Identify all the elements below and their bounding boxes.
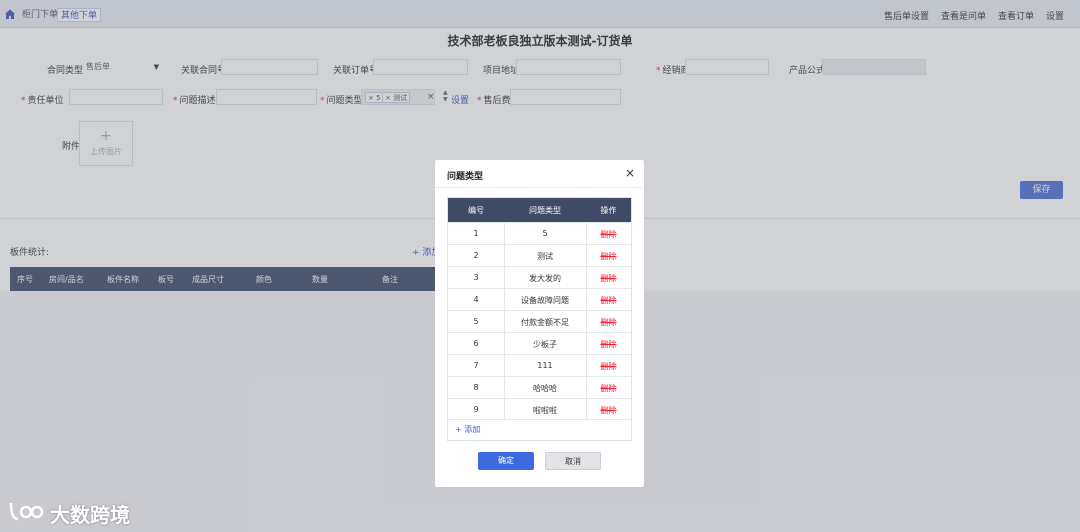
delete-link[interactable]: 删除	[586, 405, 631, 416]
problem-type-table: 编号 问题类型 操作 1 5 删除 2 测试 删除 3 发大发的 删除 4 设备…	[447, 197, 632, 441]
watermark-logo-icon	[9, 502, 44, 521]
row-id: 9	[473, 405, 479, 414]
table-row: 1 5 删除	[448, 222, 631, 244]
row-id: 8	[473, 383, 479, 392]
row-id: 6	[473, 339, 479, 348]
row-type: 5	[542, 229, 548, 238]
table-row: 8 哈哈哈 删除	[448, 376, 631, 398]
row-type: 少板子	[533, 340, 557, 349]
row-type: 发大发的	[529, 274, 561, 283]
table-row: 9 啦啦啦 删除	[448, 398, 631, 420]
table-row: 5 付款金额不足 删除	[448, 310, 631, 332]
table-row: 3 发大发的 删除	[448, 266, 631, 288]
delete-link[interactable]: 删除	[586, 295, 631, 306]
delete-link[interactable]: 删除	[586, 251, 631, 262]
row-type: 测试	[537, 252, 553, 261]
table-row: 7 111 删除	[448, 354, 631, 376]
row-id: 2	[473, 251, 479, 260]
delete-link[interactable]: 删除	[586, 229, 631, 240]
table-row: 2 测试 删除	[448, 244, 631, 266]
row-id: 5	[473, 317, 479, 326]
row-type: 111	[537, 361, 553, 370]
delete-link[interactable]: 删除	[586, 361, 631, 372]
row-type: 啦啦啦	[533, 406, 557, 415]
dialog-title: 问题类型	[447, 172, 484, 182]
column-header: 操作	[600, 206, 617, 215]
row-type: 付款金额不足	[521, 318, 569, 327]
row-id: 7	[473, 361, 479, 370]
problem-type-dialog: 问题类型 × 编号 问题类型 操作 1 5 删除 2 测试 删除 3 发大发的 …	[435, 160, 644, 487]
row-type: 设备故障问题	[521, 296, 569, 305]
delete-link[interactable]: 删除	[586, 339, 631, 350]
column-header: 问题类型	[529, 206, 561, 215]
watermark-text: 大数跨境	[50, 503, 130, 527]
row-type: 哈哈哈	[533, 384, 557, 393]
delete-link[interactable]: 删除	[586, 273, 631, 284]
table-row: 6 少板子 删除	[448, 332, 631, 354]
delete-link[interactable]: 删除	[586, 317, 631, 328]
add-problem-type-link[interactable]: + 添加	[455, 424, 480, 435]
delete-link[interactable]: 删除	[586, 383, 631, 394]
row-id: 4	[473, 295, 479, 304]
table-row: 4 设备故障问题 删除	[448, 288, 631, 310]
row-id: 3	[473, 273, 479, 282]
column-header: 编号	[468, 206, 484, 215]
row-id: 1	[473, 229, 479, 238]
table-header: 编号 问题类型 操作	[448, 198, 631, 222]
dialog-divider	[435, 187, 644, 188]
cancel-button[interactable]: 取消	[545, 452, 601, 470]
close-icon[interactable]: ×	[625, 166, 635, 180]
confirm-button[interactable]: 确定	[478, 452, 534, 470]
